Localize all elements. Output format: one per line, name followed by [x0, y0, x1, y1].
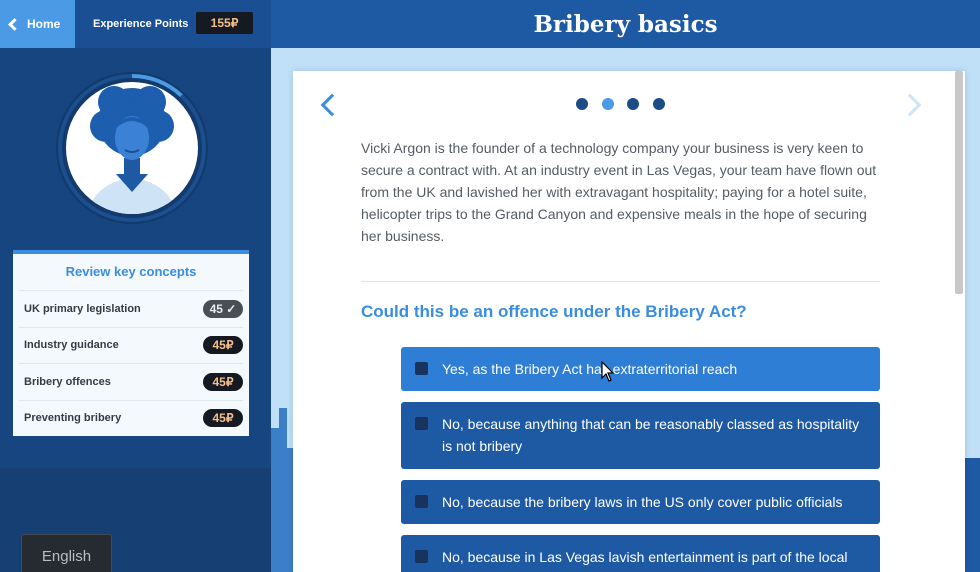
concept-points-badge: 45₽	[203, 336, 243, 355]
answer-label: No, because in Las Vegas lavish entertai…	[442, 549, 848, 565]
page-title: Bribery basics	[533, 10, 718, 38]
answer-label: No, because the bribery laws in the US o…	[442, 494, 843, 510]
concept-points-badge: 45₽	[203, 372, 243, 391]
answer-label: Yes, as the Bribery Act has extraterrito…	[442, 361, 738, 377]
chevron-left-icon	[8, 17, 21, 31]
question-text: Could this be an offence under the Bribe…	[361, 302, 747, 321]
concept-points-badge: 45₽	[203, 409, 243, 428]
slide-dot-1[interactable]	[576, 98, 588, 110]
slide-dot-3[interactable]	[627, 98, 639, 110]
mouse-cursor-icon	[601, 361, 615, 382]
concept-uk-primary-legislation[interactable]: UK primary legislation 45 ✓	[19, 290, 243, 327]
experience-points: Experience Points 155₽	[75, 0, 271, 48]
home-label: Home	[27, 17, 61, 31]
slide-dot-4[interactable]	[652, 98, 665, 110]
sidebar: Review key concepts UK primary legislati…	[0, 48, 271, 572]
checkbox-icon	[415, 362, 428, 375]
home-button[interactable]: Home	[0, 0, 75, 48]
concept-label: Preventing bribery	[24, 412, 122, 425]
concept-industry-guidance[interactable]: Industry guidance 45₽	[19, 326, 243, 364]
answer-option-2[interactable]: No, because anything that can be reasona…	[401, 402, 880, 469]
slide-dots	[576, 98, 678, 110]
checkbox-icon	[415, 495, 428, 508]
avatar	[54, 70, 210, 226]
concept-points-badge: 45 ✓	[203, 299, 243, 318]
scrollbar[interactable]	[955, 71, 963, 294]
concept-label: Industry guidance	[24, 339, 119, 352]
review-key-concepts-panel: Review key concepts UK primary legislati…	[13, 250, 249, 436]
concepts-title: Review key concepts	[65, 264, 197, 279]
scenario-text: Vicki Argon is the founder of a technolo…	[361, 140, 877, 244]
answer-option-4[interactable]: No, because in Las Vegas lavish entertai…	[401, 535, 880, 572]
checkbox-icon	[415, 417, 428, 430]
xp-value: 155₽	[196, 12, 253, 34]
answer-option-1[interactable]: Yes, as the Bribery Act has extraterrito…	[401, 347, 880, 391]
checkbox-icon	[415, 550, 428, 563]
concept-bribery-offences[interactable]: Bribery offences 45₽	[19, 363, 243, 400]
slide-dot-2[interactable]	[601, 98, 614, 110]
xp-label: Experience Points	[93, 18, 189, 30]
concept-label: Bribery offences	[24, 375, 111, 388]
top-bar: Home Experience Points 155₽ Bribery basi…	[0, 0, 980, 48]
language-button[interactable]: English	[21, 534, 112, 572]
divider	[361, 281, 880, 282]
answer-option-3[interactable]: No, because the bribery laws in the US o…	[401, 480, 880, 524]
concept-label: UK primary legislation	[24, 302, 141, 315]
answer-label: No, because anything that can be reasona…	[442, 416, 860, 454]
concept-preventing-bribery[interactable]: Preventing bribery 45₽	[19, 399, 243, 437]
